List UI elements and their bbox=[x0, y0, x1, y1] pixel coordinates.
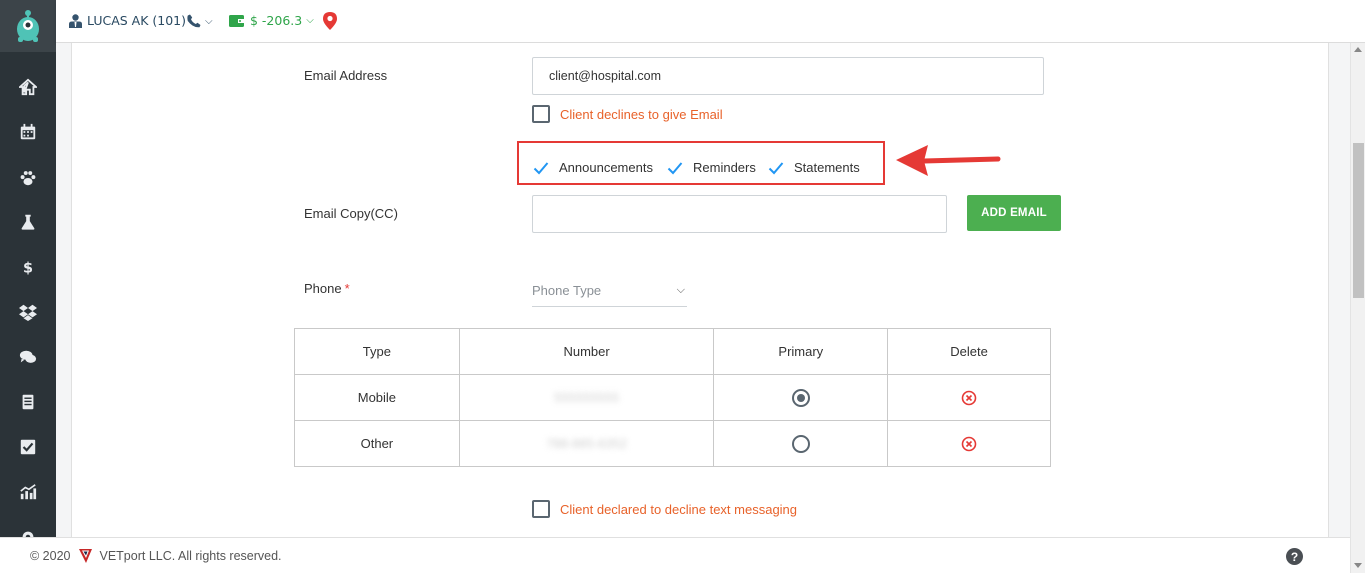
check-icon bbox=[768, 161, 784, 174]
top-bar: LUCAS AK (101) ⌵ $ -206.3 ⌵ bbox=[56, 0, 1365, 43]
delete-cell bbox=[887, 420, 1051, 467]
delete-cell bbox=[887, 374, 1051, 421]
scroll-down-icon[interactable] bbox=[1354, 563, 1362, 568]
chevron-down-icon: ⌵ bbox=[676, 283, 685, 296]
dollar-icon[interactable]: $ bbox=[16, 255, 40, 279]
email-cc-label: Email Copy(CC) bbox=[304, 206, 398, 221]
analytics-icon[interactable] bbox=[16, 480, 40, 504]
table-header-row: Type Number Primary Delete bbox=[294, 328, 1051, 375]
phone-type-cell: Mobile bbox=[294, 374, 460, 421]
copyright-year: © 2020 bbox=[30, 549, 71, 563]
dropbox-icon[interactable] bbox=[16, 300, 40, 324]
chat-icon[interactable] bbox=[16, 345, 40, 369]
phone-label-text: Phone bbox=[304, 281, 342, 296]
user-menu[interactable]: LUCAS AK (101) bbox=[69, 13, 186, 28]
add-email-button[interactable]: ADD EMAIL bbox=[967, 195, 1061, 231]
balance-menu[interactable]: $ -206.3 ⌵ bbox=[229, 13, 314, 28]
footer: © 2020 VETport LLC. All rights reserved.… bbox=[0, 537, 1350, 573]
phone-number: 788-885-6352 bbox=[546, 436, 628, 451]
primary-cell bbox=[713, 420, 889, 467]
phone-label: Phone * bbox=[304, 281, 350, 296]
calendar-icon[interactable] bbox=[16, 120, 40, 144]
chevron-down-icon: ⌵ bbox=[306, 15, 314, 26]
statements-checkbox[interactable]: Statements bbox=[768, 160, 860, 175]
location-pin-icon[interactable] bbox=[323, 12, 337, 33]
app-logo[interactable] bbox=[0, 0, 56, 52]
column-header-type: Type bbox=[294, 328, 460, 375]
balance-amount: $ -206.3 bbox=[250, 13, 303, 28]
reminders-label: Reminders bbox=[693, 160, 756, 175]
phone-icon bbox=[187, 14, 201, 28]
phone-type-placeholder: Phone Type bbox=[532, 282, 602, 298]
announcements-checkbox[interactable]: Announcements bbox=[533, 160, 653, 175]
user-name: LUCAS AK (101) bbox=[87, 13, 187, 28]
column-header-delete: Delete bbox=[887, 328, 1051, 375]
help-icon[interactable]: ? bbox=[1286, 548, 1303, 565]
reminders-checkbox[interactable]: Reminders bbox=[667, 160, 756, 175]
statements-label: Statements bbox=[794, 160, 860, 175]
phone-menu[interactable]: ⌵ bbox=[187, 14, 213, 28]
vetport-logo-icon bbox=[78, 549, 92, 563]
primary-cell bbox=[713, 374, 889, 421]
paw-icon[interactable] bbox=[16, 166, 40, 190]
email-field[interactable]: client@hospital.com bbox=[532, 57, 1044, 95]
copyright-text: VETport LLC. All rights reserved. bbox=[99, 549, 282, 563]
phone-number: 555555555 bbox=[554, 390, 620, 405]
monster-logo-icon bbox=[17, 10, 39, 42]
home-icon[interactable] bbox=[16, 75, 40, 99]
phone-type-cell: Other bbox=[294, 420, 460, 467]
phone-number-cell: 555555555 bbox=[458, 374, 715, 421]
table-row: Other 788-885-6352 bbox=[294, 420, 1051, 467]
decline-text-checkbox[interactable] bbox=[532, 500, 550, 518]
decline-email-label[interactable]: Client declines to give Email bbox=[560, 107, 723, 122]
email-label: Email Address bbox=[304, 68, 388, 83]
flask-icon[interactable] bbox=[16, 210, 40, 234]
red-arrow-annotation bbox=[896, 145, 1001, 176]
report-icon[interactable] bbox=[16, 390, 40, 414]
column-header-number: Number bbox=[458, 328, 715, 375]
chevron-down-icon: ⌵ bbox=[205, 15, 213, 27]
check-icon bbox=[533, 161, 549, 174]
scroll-thumb[interactable] bbox=[1353, 143, 1364, 298]
phone-table: Type Number Primary Delete Mobile 555555… bbox=[294, 328, 1051, 467]
phone-type-select[interactable]: Phone Type ⌵ bbox=[532, 274, 687, 307]
email-cc-field[interactable] bbox=[532, 195, 947, 233]
checklist-icon[interactable] bbox=[16, 435, 40, 459]
copyright: © 2020 VETport LLC. All rights reserved. bbox=[30, 549, 282, 563]
user-tie-icon bbox=[69, 13, 82, 28]
announcements-label: Announcements bbox=[559, 160, 653, 175]
primary-radio[interactable] bbox=[791, 388, 810, 407]
sidebar: $ bbox=[0, 0, 56, 573]
wallet-icon bbox=[229, 15, 244, 27]
required-marker: * bbox=[344, 281, 350, 296]
check-icon bbox=[667, 161, 683, 174]
table-row: Mobile 555555555 bbox=[294, 374, 1051, 421]
svg-text:$: $ bbox=[23, 260, 33, 276]
primary-radio[interactable] bbox=[791, 434, 810, 453]
decline-text-label[interactable]: Client declared to decline text messagin… bbox=[560, 502, 797, 517]
decline-email-checkbox[interactable] bbox=[532, 105, 550, 123]
column-header-primary: Primary bbox=[713, 328, 889, 375]
scroll-up-icon[interactable] bbox=[1354, 47, 1362, 52]
delete-icon[interactable] bbox=[961, 390, 977, 406]
vertical-scrollbar[interactable] bbox=[1350, 43, 1365, 573]
delete-icon[interactable] bbox=[961, 436, 977, 452]
phone-number-cell: 788-885-6352 bbox=[458, 420, 715, 467]
